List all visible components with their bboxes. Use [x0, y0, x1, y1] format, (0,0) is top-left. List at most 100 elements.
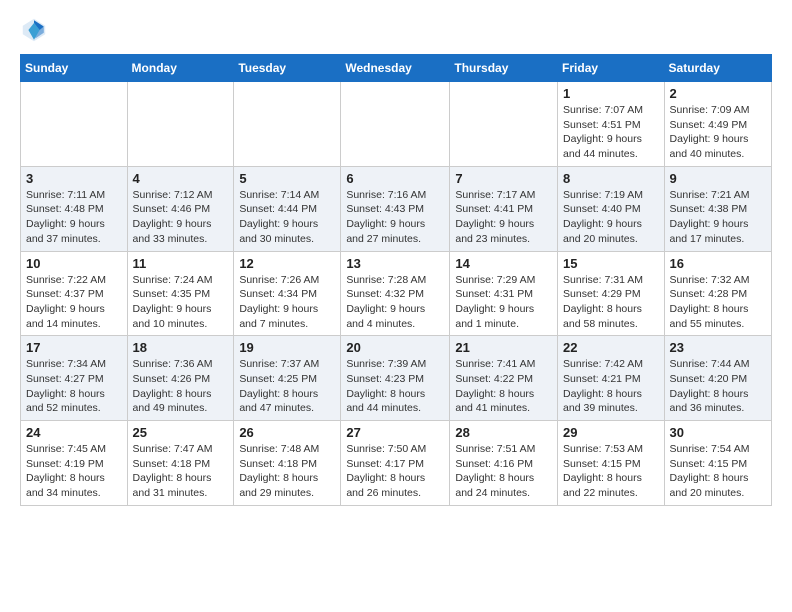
weekday-header: Wednesday	[341, 55, 450, 82]
calendar: SundayMondayTuesdayWednesdayThursdayFrid…	[20, 54, 772, 506]
empty-cell	[450, 82, 558, 167]
day-info: Sunrise: 7:34 AM Sunset: 4:27 PM Dayligh…	[26, 357, 122, 416]
day-info: Sunrise: 7:50 AM Sunset: 4:17 PM Dayligh…	[346, 442, 444, 501]
calendar-day-cell: 10 Sunrise: 7:22 AM Sunset: 4:37 PM Dayli…	[21, 251, 128, 336]
day-number: 5	[239, 171, 335, 186]
calendar-day-cell: 9 Sunrise: 7:21 AM Sunset: 4:38 PM Daylig…	[664, 166, 771, 251]
logo	[20, 16, 52, 44]
calendar-day-cell: 24 Sunrise: 7:45 AM Sunset: 4:19 PM Dayli…	[21, 421, 128, 506]
day-number: 21	[455, 340, 552, 355]
day-number: 24	[26, 425, 122, 440]
calendar-day-cell: 11 Sunrise: 7:24 AM Sunset: 4:35 PM Dayli…	[127, 251, 234, 336]
day-number: 9	[670, 171, 766, 186]
day-info: Sunrise: 7:39 AM Sunset: 4:23 PM Dayligh…	[346, 357, 444, 416]
calendar-day-cell: 4 Sunrise: 7:12 AM Sunset: 4:46 PM Daylig…	[127, 166, 234, 251]
calendar-day-cell: 30 Sunrise: 7:54 AM Sunset: 4:15 PM Dayli…	[664, 421, 771, 506]
day-info: Sunrise: 7:32 AM Sunset: 4:28 PM Dayligh…	[670, 273, 766, 332]
weekday-header: Sunday	[21, 55, 128, 82]
day-number: 22	[563, 340, 659, 355]
weekday-header: Saturday	[664, 55, 771, 82]
day-info: Sunrise: 7:37 AM Sunset: 4:25 PM Dayligh…	[239, 357, 335, 416]
calendar-day-cell: 3 Sunrise: 7:11 AM Sunset: 4:48 PM Daylig…	[21, 166, 128, 251]
day-number: 11	[133, 256, 229, 271]
day-info: Sunrise: 7:22 AM Sunset: 4:37 PM Dayligh…	[26, 273, 122, 332]
day-info: Sunrise: 7:16 AM Sunset: 4:43 PM Dayligh…	[346, 188, 444, 247]
calendar-day-cell: 28 Sunrise: 7:51 AM Sunset: 4:16 PM Dayli…	[450, 421, 558, 506]
calendar-day-cell: 25 Sunrise: 7:47 AM Sunset: 4:18 PM Dayli…	[127, 421, 234, 506]
weekday-header: Friday	[558, 55, 665, 82]
calendar-day-cell: 5 Sunrise: 7:14 AM Sunset: 4:44 PM Daylig…	[234, 166, 341, 251]
empty-cell	[234, 82, 341, 167]
day-number: 1	[563, 86, 659, 101]
calendar-day-cell: 29 Sunrise: 7:53 AM Sunset: 4:15 PM Dayli…	[558, 421, 665, 506]
day-info: Sunrise: 7:42 AM Sunset: 4:21 PM Dayligh…	[563, 357, 659, 416]
day-number: 13	[346, 256, 444, 271]
day-number: 16	[670, 256, 766, 271]
day-number: 7	[455, 171, 552, 186]
day-info: Sunrise: 7:17 AM Sunset: 4:41 PM Dayligh…	[455, 188, 552, 247]
weekday-header: Thursday	[450, 55, 558, 82]
day-number: 30	[670, 425, 766, 440]
day-info: Sunrise: 7:24 AM Sunset: 4:35 PM Dayligh…	[133, 273, 229, 332]
day-number: 12	[239, 256, 335, 271]
day-info: Sunrise: 7:45 AM Sunset: 4:19 PM Dayligh…	[26, 442, 122, 501]
day-number: 15	[563, 256, 659, 271]
calendar-day-cell: 6 Sunrise: 7:16 AM Sunset: 4:43 PM Daylig…	[341, 166, 450, 251]
logo-icon	[20, 16, 48, 44]
day-number: 27	[346, 425, 444, 440]
day-info: Sunrise: 7:09 AM Sunset: 4:49 PM Dayligh…	[670, 103, 766, 162]
empty-cell	[21, 82, 128, 167]
page: SundayMondayTuesdayWednesdayThursdayFrid…	[0, 0, 792, 516]
day-number: 4	[133, 171, 229, 186]
day-info: Sunrise: 7:47 AM Sunset: 4:18 PM Dayligh…	[133, 442, 229, 501]
day-info: Sunrise: 7:41 AM Sunset: 4:22 PM Dayligh…	[455, 357, 552, 416]
day-info: Sunrise: 7:54 AM Sunset: 4:15 PM Dayligh…	[670, 442, 766, 501]
day-info: Sunrise: 7:07 AM Sunset: 4:51 PM Dayligh…	[563, 103, 659, 162]
day-info: Sunrise: 7:51 AM Sunset: 4:16 PM Dayligh…	[455, 442, 552, 501]
calendar-day-cell: 2 Sunrise: 7:09 AM Sunset: 4:49 PM Daylig…	[664, 82, 771, 167]
calendar-day-cell: 21 Sunrise: 7:41 AM Sunset: 4:22 PM Dayli…	[450, 336, 558, 421]
day-info: Sunrise: 7:14 AM Sunset: 4:44 PM Dayligh…	[239, 188, 335, 247]
day-info: Sunrise: 7:48 AM Sunset: 4:18 PM Dayligh…	[239, 442, 335, 501]
calendar-day-cell: 15Sunrise: 7:31 AM Sunset: 4:29 PM Dayli…	[558, 251, 665, 336]
day-info: Sunrise: 7:53 AM Sunset: 4:15 PM Dayligh…	[563, 442, 659, 501]
calendar-week-row: 10 Sunrise: 7:22 AM Sunset: 4:37 PM Dayli…	[21, 251, 772, 336]
day-info: Sunrise: 7:19 AM Sunset: 4:40 PM Dayligh…	[563, 188, 659, 247]
day-number: 26	[239, 425, 335, 440]
calendar-day-cell: 14 Sunrise: 7:29 AM Sunset: 4:31 PM Dayli…	[450, 251, 558, 336]
calendar-day-cell: 26 Sunrise: 7:48 AM Sunset: 4:18 PM Dayli…	[234, 421, 341, 506]
weekday-header: Tuesday	[234, 55, 341, 82]
day-number: 29	[563, 425, 659, 440]
day-number: 6	[346, 171, 444, 186]
day-number: 17	[26, 340, 122, 355]
calendar-day-cell: 8 Sunrise: 7:19 AM Sunset: 4:40 PM Daylig…	[558, 166, 665, 251]
calendar-week-row: 3 Sunrise: 7:11 AM Sunset: 4:48 PM Daylig…	[21, 166, 772, 251]
day-info: Sunrise: 7:12 AM Sunset: 4:46 PM Dayligh…	[133, 188, 229, 247]
empty-cell	[341, 82, 450, 167]
day-number: 25	[133, 425, 229, 440]
calendar-day-cell: 27 Sunrise: 7:50 AM Sunset: 4:17 PM Dayli…	[341, 421, 450, 506]
calendar-day-cell: 1 Sunrise: 7:07 AM Sunset: 4:51 PM Daylig…	[558, 82, 665, 167]
calendar-day-cell: 17 Sunrise: 7:34 AM Sunset: 4:27 PM Dayli…	[21, 336, 128, 421]
calendar-day-cell: 20 Sunrise: 7:39 AM Sunset: 4:23 PM Dayli…	[341, 336, 450, 421]
day-number: 28	[455, 425, 552, 440]
weekday-header: Monday	[127, 55, 234, 82]
day-number: 14	[455, 256, 552, 271]
calendar-week-row: 17 Sunrise: 7:34 AM Sunset: 4:27 PM Dayli…	[21, 336, 772, 421]
day-number: 19	[239, 340, 335, 355]
empty-cell	[127, 82, 234, 167]
day-info: Sunrise: 7:26 AM Sunset: 4:34 PM Dayligh…	[239, 273, 335, 332]
day-number: 3	[26, 171, 122, 186]
day-number: 20	[346, 340, 444, 355]
calendar-week-row: 1 Sunrise: 7:07 AM Sunset: 4:51 PM Daylig…	[21, 82, 772, 167]
day-number: 8	[563, 171, 659, 186]
day-info: Sunrise: 7:29 AM Sunset: 4:31 PM Dayligh…	[455, 273, 552, 332]
calendar-day-cell: 13Sunrise: 7:28 AM Sunset: 4:32 PM Dayli…	[341, 251, 450, 336]
day-info: Sunrise: 7:21 AM Sunset: 4:38 PM Dayligh…	[670, 188, 766, 247]
calendar-week-row: 24 Sunrise: 7:45 AM Sunset: 4:19 PM Dayli…	[21, 421, 772, 506]
day-number: 23	[670, 340, 766, 355]
day-number: 2	[670, 86, 766, 101]
day-number: 10	[26, 256, 122, 271]
day-info: Sunrise: 7:44 AM Sunset: 4:20 PM Dayligh…	[670, 357, 766, 416]
day-info: Sunrise: 7:11 AM Sunset: 4:48 PM Dayligh…	[26, 188, 122, 247]
